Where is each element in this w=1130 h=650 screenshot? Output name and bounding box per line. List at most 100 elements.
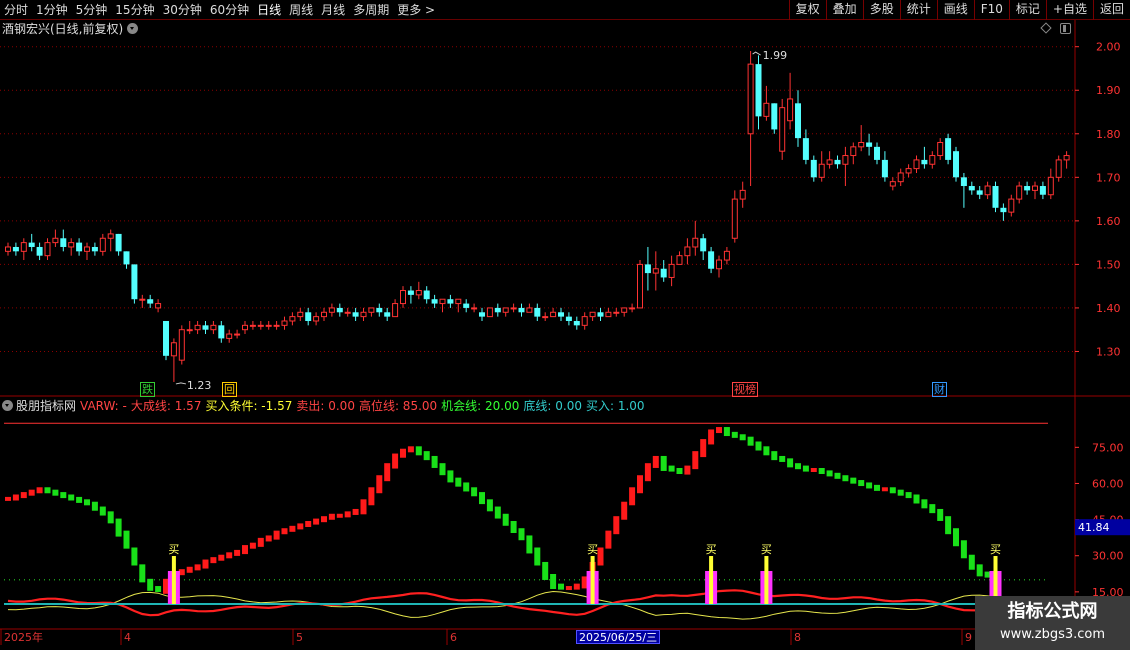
oscillator-bar: [684, 465, 691, 475]
date-axis: 2025年 4 5 6 8 9: [0, 630, 1075, 650]
candle-body: [415, 290, 422, 296]
candle-body: [613, 311, 620, 314]
oscillator-bar: [763, 446, 770, 456]
oscillator-bar: [755, 441, 762, 451]
candle-body: [479, 312, 485, 317]
candle-body: [510, 307, 517, 310]
candle-body: [652, 268, 659, 274]
oscillator-bar: [123, 530, 130, 549]
candle-body: [336, 307, 343, 313]
oscillator-bar: [637, 475, 643, 494]
oscillator-bar: [818, 468, 825, 474]
candle-body: [700, 238, 707, 252]
candle-body: [12, 246, 19, 252]
candle-body: [1000, 207, 1007, 213]
candle-body: [881, 159, 888, 178]
event-marker-2[interactable]: 视榜: [732, 382, 758, 397]
buy-signal-label: 买: [761, 543, 772, 556]
candle-body: [257, 324, 264, 327]
oscillator-bar: [668, 465, 675, 472]
oscillator-bar: [84, 499, 90, 506]
oscillator-bar: [131, 547, 138, 566]
candle-body: [716, 259, 722, 270]
oscillator-bar: [929, 504, 936, 514]
candle-body: [842, 155, 849, 165]
indicator-value-0: VARW: -: [80, 399, 127, 413]
oscillator-bar: [731, 431, 738, 438]
oscillator-bar: [660, 455, 667, 471]
oscillator-bar: [289, 525, 296, 532]
oscillator-bar: [60, 492, 67, 499]
indicator-value-7: 买入: 1.00: [585, 399, 645, 413]
candle-body: [858, 141, 865, 148]
oscillator-bar: [558, 583, 564, 590]
candle-body: [273, 324, 280, 327]
oscillator-bar: [226, 552, 233, 559]
candle-body: [194, 324, 201, 331]
candle-body: [708, 251, 715, 269]
candle-body: [747, 63, 754, 135]
candle-body: [218, 325, 225, 339]
candle-body: [929, 155, 936, 165]
oscillator-bar: [802, 465, 809, 472]
oscillator-bar: [723, 427, 730, 437]
price-tick-label: 1.60: [1096, 215, 1121, 228]
candle-body: [186, 329, 193, 332]
candle-body: [170, 342, 177, 357]
chart-canvas[interactable]: 1.30 1.40 1.50 1.60 1.70 1.80 1.90 2.00 1.99 1.23…: [0, 0, 1130, 650]
candle-body: [178, 329, 185, 361]
candle-body: [131, 264, 138, 300]
candle-body: [155, 303, 162, 309]
candle-body: [818, 163, 825, 178]
oscillator-bar: [526, 535, 533, 554]
watermark-url: www.zbgs3.com: [999, 627, 1106, 642]
candle-body: [328, 307, 335, 313]
indicator-value-2: 买入条件: -1.57: [205, 399, 293, 413]
candle-body: [984, 185, 991, 196]
candle-body: [147, 299, 154, 304]
indicator-dropdown-icon[interactable]: [2, 400, 13, 411]
oscillator-bar: [976, 564, 983, 577]
candle-body: [921, 159, 928, 165]
candle-body: [463, 303, 470, 308]
price-tick-label: 2.00: [1096, 41, 1121, 54]
oscillator-bar: [12, 494, 19, 501]
event-marker-1[interactable]: 回: [222, 382, 237, 397]
candle-body: [321, 311, 327, 318]
indicator-tick-label: 75.00: [1092, 441, 1124, 454]
candle-body: [960, 177, 967, 187]
candle-body: [407, 290, 414, 295]
candle-body: [668, 263, 675, 278]
oscillator-bar: [889, 487, 896, 494]
candle-body: [400, 290, 406, 305]
event-marker-3[interactable]: 财: [932, 382, 947, 397]
candle-body: [431, 299, 438, 304]
price-tick-label: 1.90: [1096, 84, 1121, 97]
candle-body: [597, 312, 604, 317]
oscillator-bar: [99, 506, 106, 516]
candle-body: [423, 290, 430, 300]
oscillator-bar: [352, 508, 359, 515]
oscillator-bar: [115, 518, 122, 537]
price-tick-label: 1.30: [1096, 345, 1121, 358]
candle-body: [905, 168, 912, 174]
candle-body: [91, 246, 98, 252]
high-price-label: 1.99: [763, 49, 788, 62]
oscillator-bar: [423, 451, 430, 461]
oscillator-bar: [407, 446, 414, 453]
candle-body: [352, 312, 359, 317]
buy-signal-label: 买: [990, 543, 1001, 556]
buy-signal-stick: [590, 556, 595, 604]
candle-body: [565, 316, 572, 321]
candle-body: [384, 312, 391, 317]
candle-body: [755, 64, 762, 117]
indicator-value-1: 大成线: 1.57: [130, 399, 202, 413]
candle-body: [763, 102, 770, 117]
oscillator-bar: [747, 436, 754, 446]
event-marker-0[interactable]: 跌: [140, 382, 155, 397]
oscillator-bar: [629, 487, 636, 506]
dropdown-icon[interactable]: [127, 23, 139, 34]
oscillator-bar: [297, 523, 304, 530]
oscillator-bar: [5, 496, 11, 501]
panel-toggle-icon[interactable]: [1060, 23, 1071, 34]
